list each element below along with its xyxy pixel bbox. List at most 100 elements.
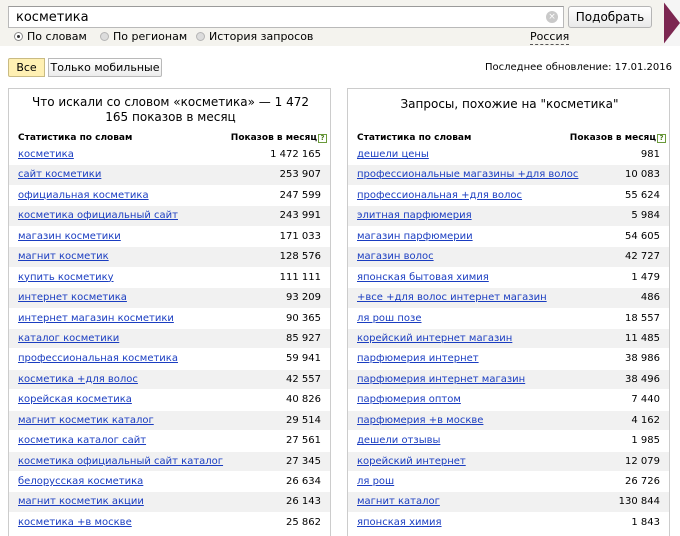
panel-title: Запросы, похожие на "косметика" [400, 97, 619, 111]
phrase-link[interactable]: японская химия [357, 517, 442, 528]
panel-title: Что искали со словом «косметика» — 1 472… [32, 95, 309, 124]
help-icon[interactable]: ? [318, 134, 327, 143]
filter-all-button[interactable]: Все [8, 58, 45, 77]
header-arrow [662, 0, 680, 46]
phrase-link[interactable]: профессиональная косметика [18, 353, 178, 364]
phrase-link[interactable]: магазин косметики [18, 231, 121, 242]
impressions-count: 12 079 [625, 455, 660, 467]
phrase-link[interactable]: магазин парфюмерии [357, 231, 473, 242]
mode-by-regions[interactable]: По регионам [100, 30, 187, 44]
filter-mobile-button[interactable]: Только мобильные [48, 58, 162, 77]
phrase-link[interactable]: профессиональные магазины +для волос [357, 169, 578, 180]
impressions-count: 253 907 [279, 169, 321, 181]
table-row: магазин парфюмерии 54 605 [348, 225, 669, 247]
table-row: белорусская косметика 26 634 [9, 471, 330, 492]
phrase-link[interactable]: белорусская косметика [18, 476, 143, 487]
phrase-link[interactable]: профессиональная +для волос [357, 190, 522, 201]
table-row: корейская косметика 40 826 [9, 389, 330, 410]
phrase-link[interactable]: официальная косметика [18, 190, 149, 201]
impressions-count: 55 624 [625, 189, 660, 201]
impressions-count: 42 727 [625, 251, 660, 263]
phrase-link[interactable]: магнит косметик [18, 251, 109, 262]
phrase-link[interactable]: ля рош позе [357, 313, 422, 324]
column-header-count: Показов в месяц? [570, 133, 666, 143]
mode-by-words[interactable]: По словам [14, 30, 87, 44]
similar-table: дешели цены 981 профессиональные магазины … [348, 144, 669, 533]
phrase-link[interactable]: косметика +в москве [18, 517, 132, 528]
impressions-count: 1 472 165 [270, 149, 321, 160]
phrase-link[interactable]: дешели отзывы [357, 435, 440, 446]
search-input[interactable] [16, 9, 536, 26]
phrase-link[interactable]: косметика официальный сайт каталог [18, 456, 223, 467]
phrase-link[interactable]: +все +для волос интернет магазин [357, 292, 547, 303]
search-box: × [8, 6, 564, 28]
table-row: официальная косметика 247 599 [9, 184, 330, 206]
table-row: интернет косметика 93 209 [9, 287, 330, 308]
impressions-count: 10 083 [625, 169, 660, 181]
mode-history[interactable]: История запросов [196, 30, 313, 44]
phrase-link[interactable]: элитная парфюмерия [357, 210, 472, 221]
phrase-link[interactable]: парфюмерия оптом [357, 394, 461, 405]
phrase-link[interactable]: купить косметику [18, 272, 114, 283]
impressions-count: 42 557 [286, 373, 321, 385]
phrase-link[interactable]: косметика официальный сайт [18, 210, 178, 221]
submit-button[interactable]: Подобрать [568, 6, 652, 28]
impressions-count: 85 927 [286, 332, 321, 344]
phrase-link[interactable]: корейский интернет магазин [357, 333, 512, 344]
mode-label: По словам [27, 30, 87, 43]
help-icon[interactable]: ? [657, 134, 666, 143]
impressions-count: 11 485 [625, 332, 660, 344]
phrase-link[interactable]: корейский интернет [357, 456, 466, 467]
table-row: косметика официальный сайт 243 991 [9, 205, 330, 226]
impressions-count: 1 985 [631, 435, 660, 447]
impressions-count: 171 033 [279, 230, 321, 242]
table-row: купить косметику 111 111 [9, 266, 330, 288]
phrase-link[interactable]: магнит косметик акции [18, 496, 144, 507]
phrase-link[interactable]: сайт косметики [18, 169, 101, 180]
impressions-count: 5 984 [631, 210, 660, 222]
phrase-link[interactable]: ля рош [357, 476, 394, 487]
radio-unchecked-icon [100, 32, 109, 41]
phrase-link[interactable]: косметика +для волос [18, 374, 138, 385]
phrase-link[interactable]: корейская косметика [18, 394, 132, 405]
table-row: профессиональная косметика 59 941 [9, 348, 330, 369]
phrase-link[interactable]: косметика [18, 149, 74, 160]
impressions-count: 243 991 [279, 210, 321, 222]
impressions-count: 247 599 [279, 189, 321, 201]
impressions-count: 1 843 [631, 516, 660, 528]
phrase-link[interactable]: японская бытовая химия [357, 272, 489, 283]
impressions-count: 40 826 [286, 394, 321, 406]
table-row: дешели отзывы 1 985 [348, 430, 669, 451]
phrase-link[interactable]: интернет косметика [18, 292, 127, 303]
table-row: сайт косметики 253 907 [9, 164, 330, 185]
column-header-count: Показов в месяц? [231, 133, 327, 143]
impressions-count: 486 [640, 292, 660, 304]
table-row: магазин волос 42 727 [348, 246, 669, 267]
impressions-count: 59 941 [286, 353, 321, 365]
table-row: ля рош 26 726 [348, 471, 669, 492]
phrase-link[interactable]: парфюмерия интернет магазин [357, 374, 525, 385]
table-row: парфюмерия +в москве 4 162 [348, 409, 669, 431]
phrase-link[interactable]: косметика каталог сайт [18, 435, 146, 446]
impressions-count: 54 605 [625, 230, 660, 242]
table-row: магазин косметики 171 033 [9, 225, 330, 247]
phrase-link[interactable]: парфюмерия интернет [357, 353, 479, 364]
table-row: элитная парфюмерия 5 984 [348, 205, 669, 226]
phrase-link[interactable]: магазин волос [357, 251, 434, 262]
table-row: ля рош позе 18 557 [348, 307, 669, 328]
column-header-count-label: Показов в месяц [569, 133, 656, 143]
table-row: каталог косметики 85 927 [9, 327, 330, 349]
phrase-link[interactable]: каталог косметики [18, 333, 119, 344]
phrase-link[interactable]: магнит каталог [357, 496, 440, 507]
region-link[interactable]: Россия [530, 30, 570, 45]
phrase-link[interactable]: интернет магазин косметики [18, 313, 174, 324]
words-table: косметика 1 472 165 сайт косметики 253 907 о… [9, 144, 330, 533]
table-row: японская химия 1 843 [348, 511, 669, 533]
phrase-link[interactable]: магнит косметик каталог [18, 415, 154, 426]
phrase-link[interactable]: парфюмерия +в москве [357, 415, 483, 426]
table-row: косметика 1 472 165 [9, 144, 330, 165]
phrase-link[interactable]: дешели цены [357, 149, 429, 160]
clear-icon[interactable]: × [546, 11, 558, 23]
radio-unchecked-icon [196, 32, 205, 41]
impressions-count: 38 496 [625, 373, 660, 385]
